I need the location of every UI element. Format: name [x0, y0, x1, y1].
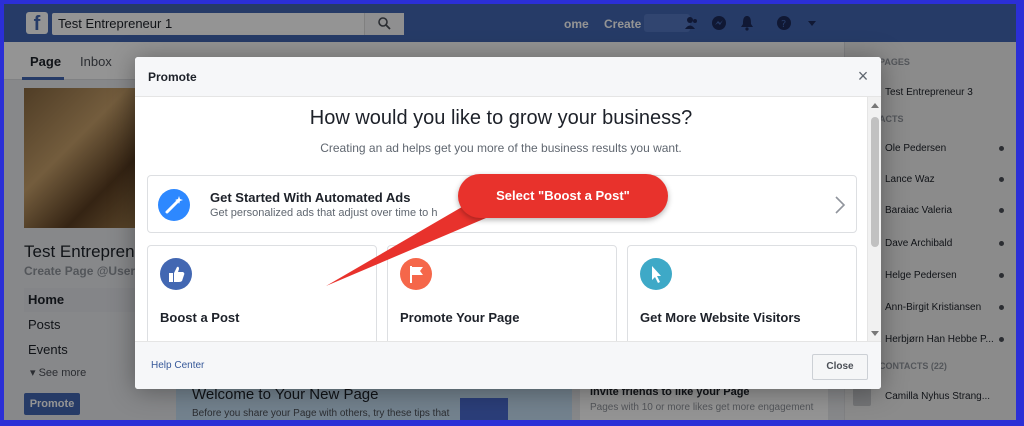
annotation-callout: Select "Boost a Post" [458, 174, 668, 218]
facebook-page-window: f Test Entrepreneur 1 ome Create ? Page … [4, 4, 1016, 420]
